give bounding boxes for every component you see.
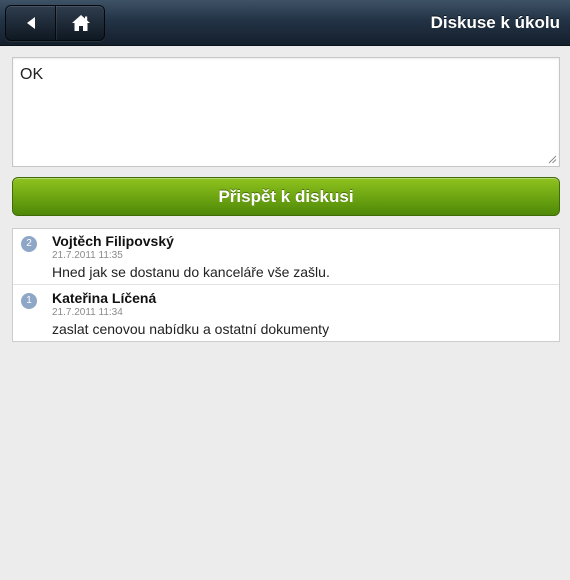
item-number-badge: 2: [21, 236, 37, 252]
discussion-item[interactable]: 2 Vojtěch Filipovský 21.7.2011 11:35 Hne…: [13, 229, 559, 285]
page-title: Diskuse k úkolu: [430, 13, 560, 32]
comment-input[interactable]: OK: [13, 58, 559, 166]
back-arrow-icon: [26, 17, 35, 29]
resize-grip-icon[interactable]: [547, 154, 557, 164]
home-icon: [71, 15, 90, 31]
timestamp: 21.7.2011 11:34: [52, 307, 123, 318]
nav-button-group: [5, 5, 105, 41]
app-header: Diskuse k úkolu: [0, 0, 570, 46]
comment-box: OK: [12, 57, 560, 167]
home-button[interactable]: [56, 6, 104, 40]
message-text: Hned jak se dostanu do kanceláře vše zaš…: [52, 264, 330, 280]
item-number-badge: 1: [21, 293, 37, 309]
author-name: Kateřina Líčená: [52, 290, 157, 306]
message-text: zaslat cenovou nabídku a ostatní dokumen…: [52, 321, 330, 337]
discussion-list: 2 Vojtěch Filipovský 21.7.2011 11:35 Hne…: [12, 228, 560, 342]
back-button[interactable]: [6, 6, 55, 40]
author-name: Vojtěch Filipovský: [52, 233, 174, 249]
timestamp: 21.7.2011 11:35: [52, 250, 123, 261]
submit-discussion-button[interactable]: Přispět k diskusi: [12, 177, 560, 216]
discussion-item[interactable]: 1 Kateřina Líčená 21.7.2011 11:34 zaslat…: [13, 286, 559, 342]
